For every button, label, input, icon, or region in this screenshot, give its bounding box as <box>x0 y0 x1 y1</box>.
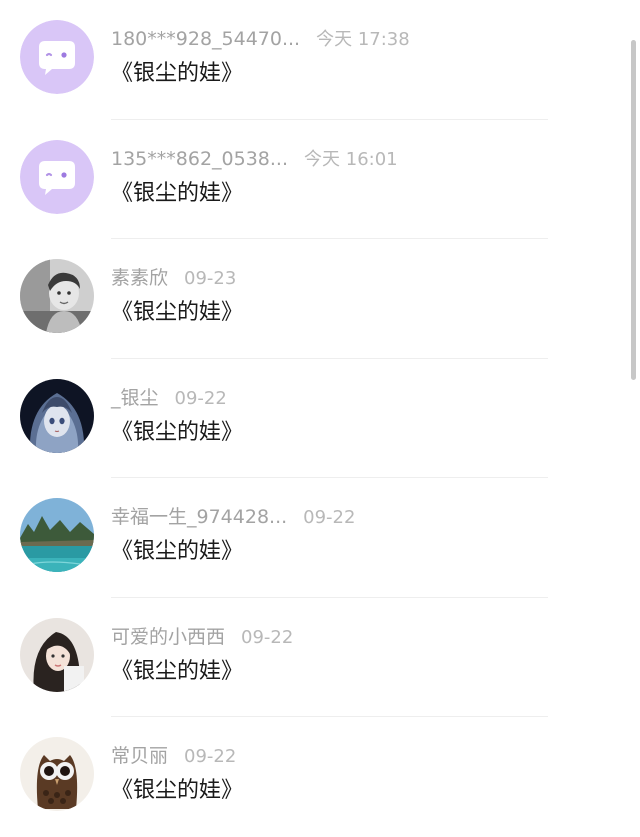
timestamp: 09-22 <box>184 746 237 767</box>
username[interactable]: 素素欣 <box>111 267 168 289</box>
timestamp: 09-23 <box>184 268 237 289</box>
timestamp: 09-22 <box>241 626 294 648</box>
comment-meta: 常贝丽 09-22 <box>111 744 236 769</box>
lake-landscape-photo-avatar[interactable] <box>20 498 94 572</box>
comment-meta: 幸福一生_974428... 09-22 <box>111 505 355 530</box>
comment-meta: 180***928_54470... 今天 17:38 <box>111 27 410 52</box>
list-item[interactable]: 幸福一生_974428... 09-22 《银尘的娃》 <box>0 478 640 598</box>
username[interactable]: 180***928_54470... <box>111 28 300 50</box>
list-item[interactable]: 135***862_0538... 今天 16:01 《银尘的娃》 <box>0 120 640 239</box>
list-item[interactable]: 素素欣 09-23 《银尘的娃》 <box>0 239 640 359</box>
owl-coffee-beans-photo-avatar[interactable] <box>20 737 94 811</box>
username[interactable]: 135***862_0538... <box>111 148 288 170</box>
timestamp: 今天 16:01 <box>304 148 398 170</box>
username[interactable]: 可爱的小西西 <box>111 626 225 648</box>
comment-text: 《银尘的娃》 <box>111 61 244 86</box>
list-item[interactable]: _银尘 09-22 《银尘的娃》 <box>0 359 640 478</box>
anime-girl-photo-avatar[interactable] <box>20 378 94 453</box>
timestamp: 09-22 <box>303 507 356 528</box>
timestamp: 09-22 <box>174 387 227 409</box>
child-photo-avatar[interactable] <box>20 259 94 333</box>
default-chat-avatar-icon[interactable] <box>20 20 94 94</box>
list-item[interactable]: 180***928_54470... 今天 17:38 《银尘的娃》 <box>0 0 640 120</box>
girl-selfie-photo-avatar[interactable] <box>20 617 94 692</box>
comment-meta: 素素欣 09-23 <box>111 266 236 291</box>
comment-meta: 可爱的小西西 09-22 <box>111 625 293 650</box>
comment-text: 《银尘的娃》 <box>111 180 244 206</box>
username[interactable]: _银尘 <box>111 387 159 409</box>
timestamp: 今天 17:38 <box>316 29 410 50</box>
username[interactable]: 常贝丽 <box>111 745 168 767</box>
list-item[interactable]: 常贝丽 09-22 《银尘的娃》 <box>0 717 640 837</box>
username[interactable]: 幸福一生_974428... <box>111 506 287 528</box>
comment-text: 《银尘的娃》 <box>111 539 244 564</box>
comment-meta: 135***862_0538... 今天 16:01 <box>111 147 398 172</box>
comment-text: 《银尘的娃》 <box>111 300 244 325</box>
comment-text: 《银尘的娃》 <box>111 419 244 445</box>
scrollbar[interactable] <box>631 40 636 380</box>
comment-text: 《银尘的娃》 <box>111 658 244 684</box>
comment-meta: _银尘 09-22 <box>111 386 227 411</box>
comment-text: 《银尘的娃》 <box>111 778 244 803</box>
default-chat-avatar-icon[interactable] <box>20 139 94 214</box>
comment-list: 180***928_54470... 今天 17:38 《银尘的娃》 135***… <box>0 0 640 837</box>
list-item[interactable]: 可爱的小西西 09-22 《银尘的娃》 <box>0 598 640 717</box>
